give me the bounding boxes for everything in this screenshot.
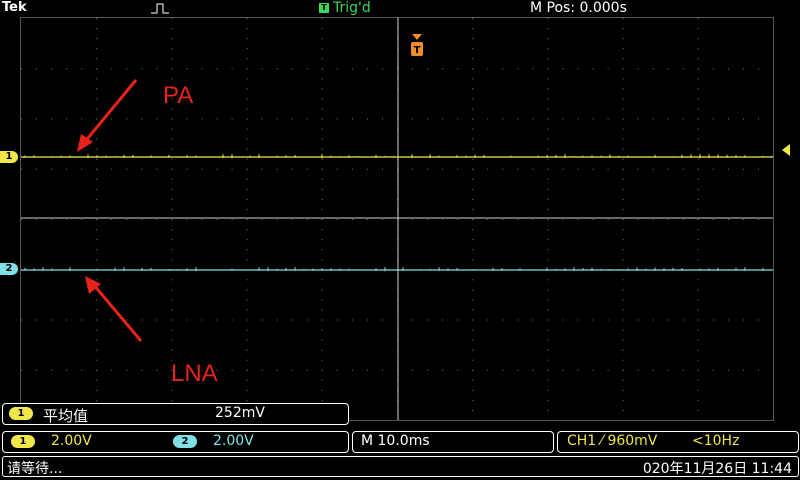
graticule-dots [21,18,759,411]
measurement-value: 252mV [215,405,265,421]
trigger-position-marker-icon[interactable]: T [410,34,424,60]
brand-logo: Tek [2,0,27,15]
trigger-level-marker-icon[interactable] [782,144,790,156]
horizontal-position-readout: M Pos: 0.000s [530,0,627,16]
trigger-edge-icon [151,3,169,14]
status-message: 请等待... [7,461,63,477]
top-status-bar: Tek T Trig'd M Pos: 0.000s [0,0,800,18]
graticule [21,18,773,420]
ch2-ground-marker[interactable]: 2 [0,263,18,275]
trigger-frequency: <10Hz [692,433,740,449]
timebase-readout[interactable]: M 10.0ms [352,431,554,453]
measurement-readout[interactable]: 1 平均值 252mV [2,403,349,425]
trigger-status: T Trig'd [319,0,371,16]
vertical-scale-readout[interactable]: 1 2.00V 2 2.00V [2,431,349,453]
measurement-name: 平均值 [43,407,89,425]
trigger-status-icon: T [319,3,329,13]
lna-annotation: LNA [171,360,218,387]
trigger-readout[interactable]: CH1 ⁄ 960mV <10Hz [557,431,799,453]
waveform-display[interactable]: T PA LNA [20,17,790,421]
lna-arrow-shaft [91,283,143,342]
pa-arrow-shaft [81,79,138,145]
pa-annotation: PA [163,82,194,109]
status-datetime: 020年11月26日 11:44 [642,461,792,477]
ch1-badge: 1 [11,435,35,448]
ch1-scale: 2.00V [51,433,92,449]
trigger-status-label: Trig'd [333,0,371,16]
ch2-badge: 2 [173,435,197,448]
timebase-value: M 10.0ms [361,433,430,449]
ch2-scale: 2.00V [213,433,254,449]
svg-text:T: T [414,45,421,56]
measurement-channel-badge: 1 [9,407,33,420]
ch1-ground-marker[interactable]: 1 [0,151,18,163]
status-box: 请等待... 020年11月26日 11:44 [2,456,799,477]
trigger-source-level: CH1 ⁄ 960mV [567,433,658,449]
status-bar: 请等待... 020年11月26日 11:44 [0,455,800,477]
